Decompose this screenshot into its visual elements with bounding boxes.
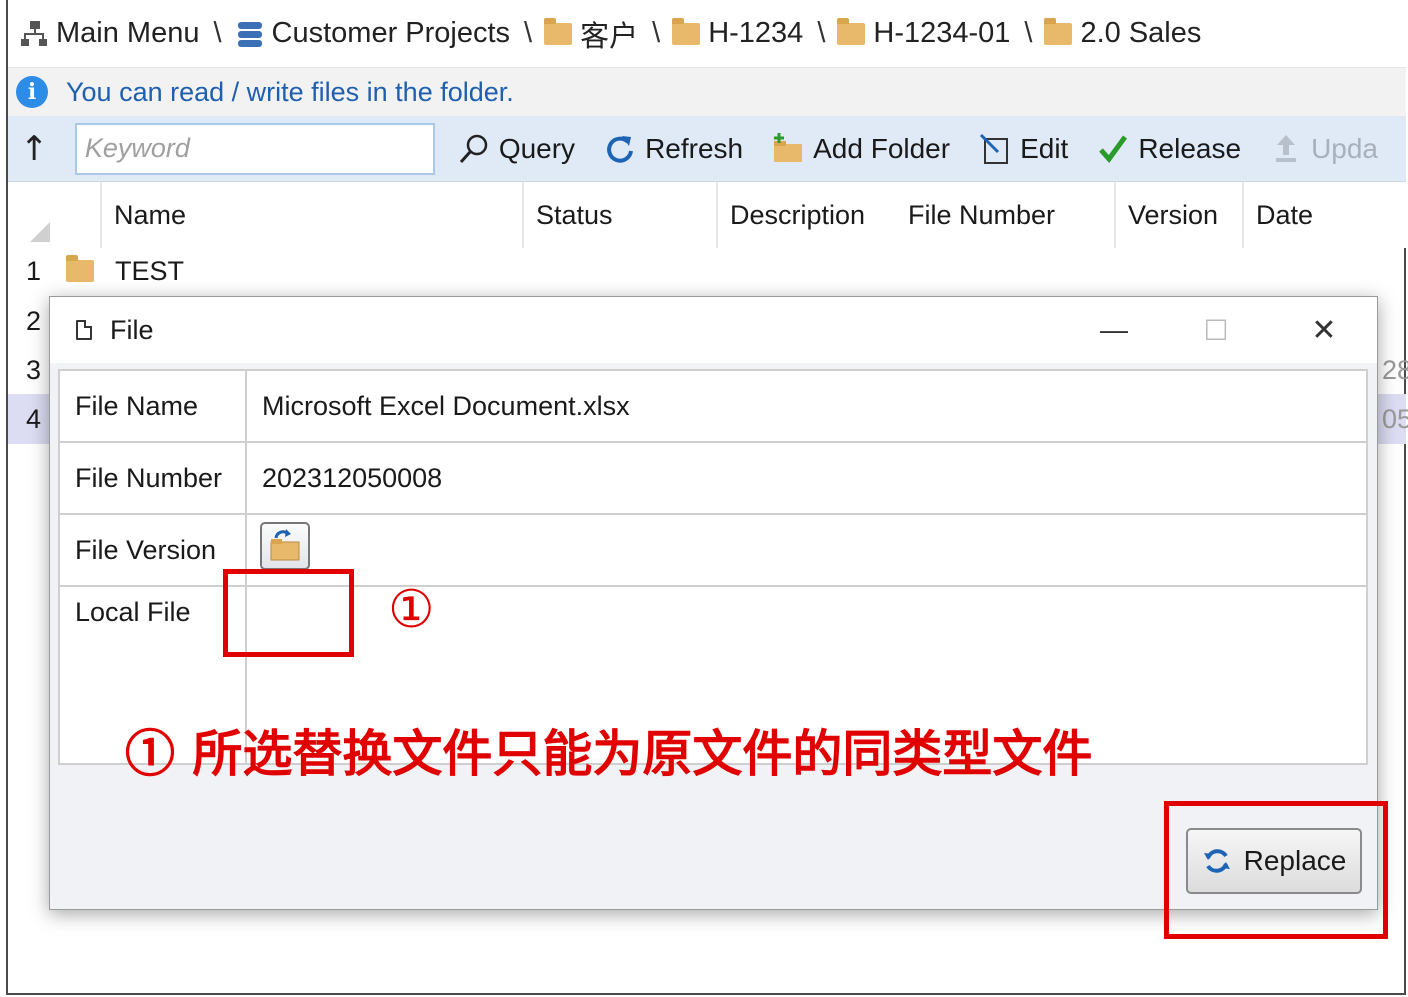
open-folder-icon <box>270 529 300 561</box>
row-number: 3 <box>26 354 42 385</box>
breadcrumb-separator: \ <box>1024 17 1033 49</box>
keyword-search-input[interactable] <box>74 122 435 175</box>
breadcrumb: Main Menu \ Customer Projects \ 客户 \ H-1… <box>8 0 1406 68</box>
row-date-partial: 28 <box>1382 354 1408 385</box>
edit-label: Edit <box>1020 132 1069 164</box>
select-all-corner[interactable] <box>30 222 50 242</box>
form-row-file-name: File Name Microsoft Excel Document.xlsx <box>60 371 1366 443</box>
dialog-title: File <box>110 314 154 345</box>
browse-local-file-button[interactable] <box>260 522 310 570</box>
row-name: TEST <box>115 255 185 286</box>
file-form: File Name Microsoft Excel Document.xlsx … <box>58 369 1368 765</box>
row-number: 2 <box>26 305 42 336</box>
table-row[interactable]: 1 TEST <box>8 246 1406 296</box>
row-number: 1 <box>26 255 42 286</box>
breadcrumb-label: 2.0 Sales <box>1080 17 1202 49</box>
add-folder-button[interactable]: Add Folder <box>771 132 950 166</box>
file-name-value: Microsoft Excel Document.xlsx <box>262 390 630 421</box>
toolbar: ↑ Query Refresh Add Folder Edit Release <box>8 116 1406 182</box>
file-number-label: File Number <box>60 443 247 513</box>
annotation-highlight-replace <box>1164 801 1388 939</box>
checkmark-icon <box>1096 132 1130 166</box>
update-label: Upda <box>1311 132 1378 164</box>
annotation-marker: ① <box>388 580 435 640</box>
edit-icon <box>978 132 1012 166</box>
database-icon <box>234 18 266 50</box>
dialog-title-bar[interactable]: File <box>50 297 1377 363</box>
row-date-partial: 05 <box>1382 403 1408 434</box>
folder-icon <box>1044 17 1073 45</box>
breadcrumb-label: H-1234 <box>708 17 804 49</box>
folder-icon <box>544 17 573 45</box>
info-message: You can read / write files in the folder… <box>66 76 514 107</box>
breadcrumb-label: H-1234-01 <box>873 17 1011 49</box>
column-header-status[interactable]: Status <box>522 182 716 248</box>
network-tree-icon <box>18 18 50 50</box>
release-label: Release <box>1138 132 1242 164</box>
column-header-version[interactable]: Version <box>1114 182 1242 248</box>
breadcrumb-item-main-menu[interactable]: Main Menu <box>18 17 199 50</box>
maximize-button[interactable]: ☐ <box>1186 297 1246 363</box>
info-icon: i <box>16 76 48 108</box>
breadcrumb-label: 客户 <box>580 20 639 53</box>
add-folder-icon <box>771 132 805 166</box>
query-button[interactable]: Query <box>457 132 575 166</box>
release-button[interactable]: Release <box>1096 132 1241 166</box>
column-header-date[interactable]: Date <box>1242 182 1406 248</box>
breadcrumb-separator: \ <box>524 17 533 49</box>
folder-icon <box>837 17 866 45</box>
search-icon <box>457 132 491 166</box>
column-header-description[interactable]: Description <box>716 182 896 248</box>
column-header-file-number[interactable]: File Number <box>896 182 1114 248</box>
close-button[interactable]: ✕ <box>1294 297 1354 363</box>
refresh-button[interactable]: Refresh <box>603 132 743 166</box>
column-header-name[interactable]: Name <box>100 182 522 248</box>
breadcrumb-item-customer[interactable]: 客户 <box>544 13 638 55</box>
query-label: Query <box>498 132 576 164</box>
annotation-note: ① 所选替换文件只能为原文件的同类型文件 <box>125 724 1093 783</box>
breadcrumb-item-h-1234[interactable]: H-1234 <box>672 17 803 50</box>
breadcrumb-separator: \ <box>817 17 826 49</box>
file-name-label: File Name <box>60 371 247 441</box>
breadcrumb-label: Main Menu <box>56 17 200 49</box>
upload-icon <box>1269 132 1303 166</box>
minimize-button[interactable]: — <box>1084 297 1144 363</box>
breadcrumb-item-sales[interactable]: 2.0 Sales <box>1044 17 1201 50</box>
folder-icon <box>672 17 701 45</box>
form-row-file-number: File Number 202312050008 <box>60 443 1366 515</box>
file-number-value: 202312050008 <box>262 462 443 493</box>
up-arrow-icon[interactable]: ↑ <box>20 129 51 169</box>
breadcrumb-item-h-1234-01[interactable]: H-1234-01 <box>837 17 1010 50</box>
document-icon <box>76 320 92 340</box>
edit-button[interactable]: Edit <box>978 132 1068 166</box>
folder-icon <box>66 255 94 282</box>
grid-header: Name Status Description File Number Vers… <box>8 182 1406 248</box>
refresh-label: Refresh <box>645 132 744 164</box>
refresh-icon <box>603 132 637 166</box>
row-number: 4 <box>26 403 42 434</box>
annotation-highlight-browse <box>223 569 354 657</box>
breadcrumb-label: Customer Projects <box>271 17 511 49</box>
breadcrumb-separator: \ <box>213 17 222 49</box>
breadcrumb-item-customer-projects[interactable]: Customer Projects <box>234 17 511 50</box>
update-button[interactable]: Upda <box>1269 132 1378 166</box>
add-folder-label: Add Folder <box>813 132 951 164</box>
info-bar: i You can read / write files in the fold… <box>8 68 1406 116</box>
breadcrumb-separator: \ <box>652 17 661 49</box>
file-version-label: File Version <box>60 515 247 585</box>
